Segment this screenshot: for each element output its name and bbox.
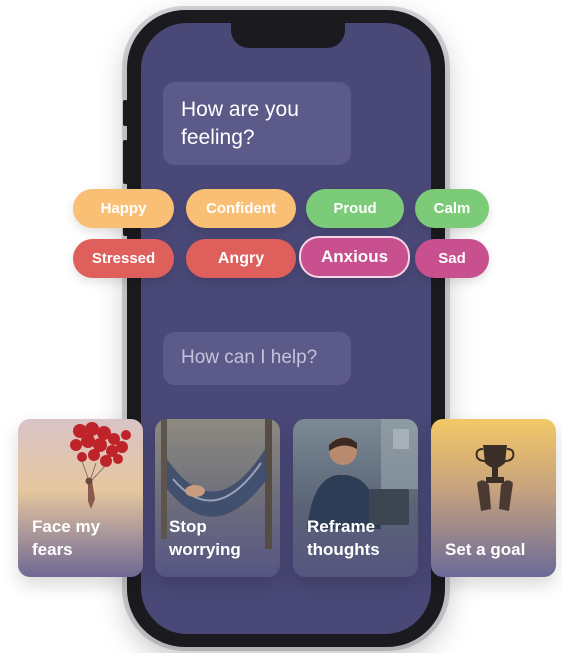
help-card-stop-worrying[interactable]: Stop worrying xyxy=(155,419,280,577)
mood-chip-angry[interactable]: Angry xyxy=(186,239,296,278)
phone-notch xyxy=(231,18,345,48)
help-card-label: Set a goal xyxy=(445,540,526,559)
mood-chip-confident[interactable]: Confident xyxy=(186,189,296,228)
mood-chip-proud[interactable]: Proud xyxy=(306,189,404,228)
mood-chip-anxious[interactable]: Anxious xyxy=(299,236,410,278)
help-card-set-a-goal[interactable]: Set a goal xyxy=(431,419,556,577)
mood-chip-sad[interactable]: Sad xyxy=(415,239,489,278)
help-card-reframe-thoughts[interactable]: Reframe thoughts xyxy=(293,419,418,577)
mood-chip-happy[interactable]: Happy xyxy=(73,189,174,228)
help-card-label: Stop worrying xyxy=(169,517,241,559)
mood-chip-stressed[interactable]: Stressed xyxy=(73,239,174,278)
phone-volume-up xyxy=(123,140,128,184)
help-card-label: Reframe thoughts xyxy=(307,517,380,559)
mood-chip-calm[interactable]: Calm xyxy=(415,189,489,228)
help-prompt-bubble: How can I help? xyxy=(163,332,351,385)
help-card-face-my-fears[interactable]: Face my fears xyxy=(18,419,143,577)
feeling-prompt-bubble: How are you feeling? xyxy=(163,82,351,165)
help-card-label: Face my fears xyxy=(32,517,101,559)
phone-mute-switch xyxy=(123,100,128,126)
